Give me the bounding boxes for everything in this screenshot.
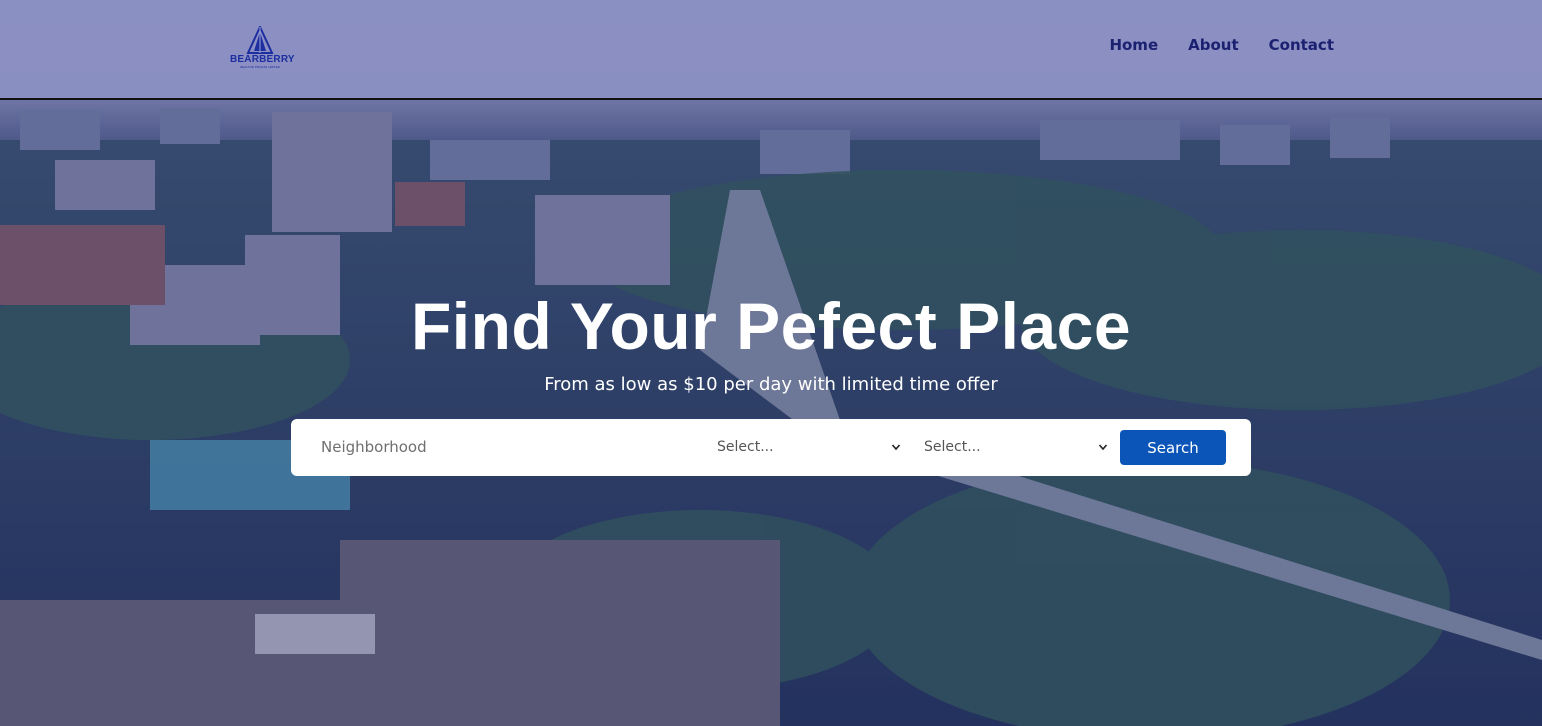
nav-contact-link[interactable]: Contact (1269, 36, 1334, 54)
nav-about-link[interactable]: About (1188, 36, 1239, 54)
chevron-down-icon (891, 444, 901, 451)
chevron-down-icon (1098, 444, 1108, 451)
nav-home-link[interactable]: Home (1109, 36, 1158, 54)
select-1-value: Select... (717, 439, 774, 455)
landing-page: BEARBERRY REALTOR PRIVATE LIMITED Home A… (0, 0, 1542, 726)
search-bar: Select... Select... Search (291, 419, 1251, 476)
site-header: BEARBERRY REALTOR PRIVATE LIMITED Home A… (0, 0, 1542, 100)
brand-logo[interactable]: BEARBERRY REALTOR PRIVATE LIMITED (230, 26, 295, 76)
brand-name: BEARBERRY (230, 54, 295, 65)
triangle-logo-icon (246, 26, 274, 54)
hero-subtitle: From as low as $10 per day with limited … (544, 374, 998, 395)
select-dropdown-2[interactable]: Select... (924, 433, 1108, 461)
brand-tagline: REALTOR PRIVATE LIMITED (240, 65, 280, 69)
select-dropdown-1[interactable]: Select... (717, 433, 901, 461)
neighborhood-input[interactable] (313, 432, 689, 462)
search-button[interactable]: Search (1120, 430, 1226, 465)
main-nav: Home About Contact (1109, 36, 1334, 54)
select-2-value: Select... (924, 439, 981, 455)
hero-title: Find Your Pefect Place (410, 289, 1132, 363)
